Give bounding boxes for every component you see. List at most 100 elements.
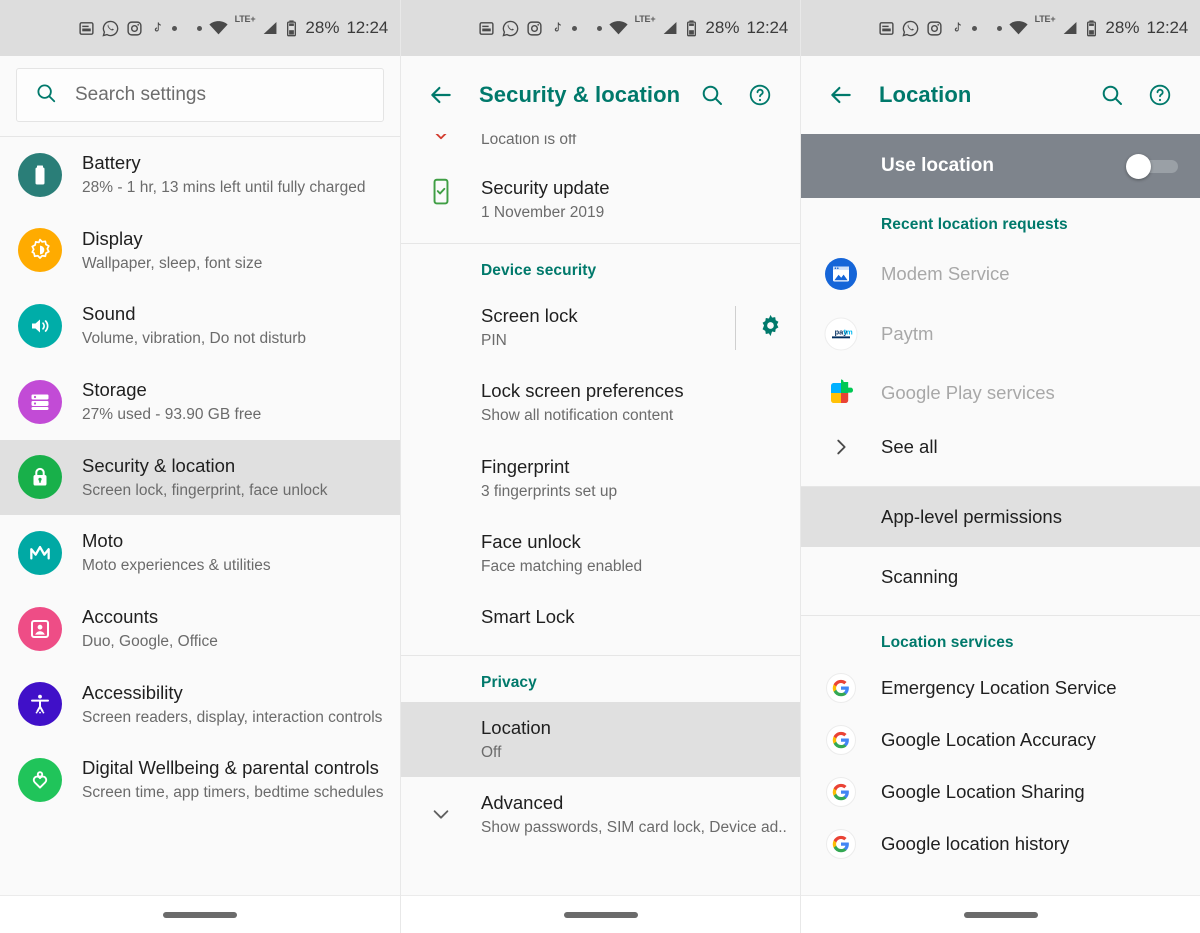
settings-item-title: Accessibility [82,681,183,703]
google-icon [826,777,856,808]
search-icon[interactable] [1088,83,1136,107]
settings-item-title: Moto [82,530,124,552]
moto-icon [18,531,62,576]
instagram-icon [126,20,143,37]
settings-item-accessibility[interactable]: Accessibility Screen readers, display, i… [0,667,400,743]
location-service-history[interactable]: Google location history [801,818,1200,870]
gear-icon[interactable] [758,313,783,343]
use-location-toggle[interactable] [1126,154,1178,179]
dot-icon [996,25,1002,31]
chevron-down-icon [401,791,481,825]
screen-lock-row[interactable]: Screen lock PIN [401,290,800,365]
notification-icon [478,20,495,37]
advanced-subtitle: Show passwords, SIM card lock, Device ad… [481,819,787,837]
location-title: Location [481,716,551,738]
help-icon[interactable] [736,83,784,107]
advanced-title: Advanced [481,792,564,814]
service-label: Google location history [881,833,1070,855]
fingerprint-row[interactable]: Fingerprint 3 fingerprints set up [401,441,800,516]
location-content: Use location Recent location requests Mo… [801,134,1200,895]
settings-item-subtitle: Duo, Google, Office [82,632,218,650]
settings-item-accounts[interactable]: Accounts Duo, Google, Office [0,591,400,667]
help-icon[interactable] [1136,83,1184,107]
settings-item-subtitle: Screen readers, display, interaction con… [82,708,383,726]
home-gesture-pill[interactable] [963,911,1038,918]
settings-item-security-location[interactable]: Security & location Screen lock, fingerp… [0,439,400,516]
location-service-emergency[interactable]: Emergency Location Service [801,662,1200,714]
settings-item-title: Digital Wellbeing & parental controls [82,757,379,779]
battery-icon [286,19,297,37]
use-location-row[interactable]: Use location [801,134,1200,198]
recent-request-paytm[interactable]: pay tm Paytm [801,304,1200,364]
location-status-partial-row[interactable]: Location is off [401,134,800,162]
signal-icon [1062,20,1079,36]
location-status-label: Location is off [481,134,577,148]
battery-icon [1086,19,1097,37]
settings-item-subtitle: 27% used - 93.90 GB free [82,405,262,423]
security-update-row[interactable]: Security update 1 November 2019 [401,162,800,237]
app-name: Modem Service [881,262,1010,284]
back-arrow-icon[interactable] [817,82,865,108]
settings-item-title: Display [82,227,143,249]
settings-item-storage[interactable]: Storage 27% used - 93.90 GB free [0,364,400,440]
device-security-header: Device security [481,262,597,280]
settings-panel: LTE+ 28% 12:24 Search settings Battery 2… [0,0,400,933]
location-row[interactable]: Location Off [401,701,800,778]
navigation-bar-2 [401,895,800,933]
settings-item-battery[interactable]: Battery 28% - 1 hr, 13 mins left until f… [0,137,400,213]
home-gesture-pill[interactable] [563,911,638,918]
location-panel: LTE+ 28% 12:24 Location Use location Rec… [800,0,1200,933]
back-arrow-icon[interactable] [417,82,465,108]
face-unlock-row[interactable]: Face unlock Face matching enabled [401,516,800,591]
screen-lock-settings-button[interactable] [718,304,800,351]
search-icon [35,82,57,109]
recent-request-play-services[interactable]: Google Play services [801,364,1200,422]
location-service-sharing[interactable]: Google Location Sharing [801,766,1200,818]
svg-text:tm: tm [844,328,853,337]
account-icon [18,606,62,651]
settings-item-display[interactable]: Display Wallpaper, sleep, font size [0,213,400,289]
wifi-icon [209,20,228,36]
chevron-down-red-icon [401,134,481,145]
google-icon [826,829,856,860]
smart-lock-row[interactable]: Smart Lock [401,591,800,649]
search-icon[interactable] [688,83,736,107]
see-all-row[interactable]: See all [801,422,1200,472]
home-gesture-pill[interactable] [163,911,237,918]
scanning-row[interactable]: Scanning [801,547,1200,607]
clock-label: 12:24 [746,18,788,37]
battery-percent-label: 28% [305,18,340,37]
recent-request-modem-service[interactable]: Modem Service [801,244,1200,304]
storage-icon [18,379,62,424]
app-level-permissions-row[interactable]: App-level permissions [801,487,1200,548]
settings-item-digital-wellbeing[interactable]: Digital Wellbeing & parental controls Sc… [0,742,400,818]
settings-item-subtitle: Volume, vibration, Do not disturb [82,330,307,348]
location-service-accuracy[interactable]: Google Location Accuracy [801,714,1200,766]
settings-item-subtitle: Screen lock, fingerprint, face unlock [82,481,328,499]
row-title: Fingerprint [481,455,570,477]
toggle-knob [1126,154,1151,179]
advanced-row[interactable]: Advanced Show passwords, SIM card lock, … [401,777,800,852]
settings-item-title: Storage [82,378,147,400]
search-container: Search settings [0,56,400,136]
search-input[interactable]: Search settings [16,68,384,122]
security-content: Location is off Security update 1 Novemb… [401,134,800,895]
signal-icon [662,20,679,36]
search-placeholder: Search settings [75,84,206,105]
lock-screen-preferences-row[interactable]: Lock screen preferences Show all notific… [401,365,800,440]
signal-icon [262,20,279,36]
settings-item-moto[interactable]: Moto Moto experiences & utilities [0,515,400,591]
volume-icon [18,304,62,349]
settings-item-subtitle: Screen time, app timers, bedtime schedul… [82,784,384,802]
settings-item-sound[interactable]: Sound Volume, vibration, Do not disturb [0,288,400,364]
whatsapp-icon [502,20,519,37]
screen-lock-title: Screen lock [481,305,578,327]
dot-icon [196,25,202,31]
settings-item-subtitle: 28% - 1 hr, 13 mins left until fully cha… [82,178,366,196]
accessibility-icon [18,682,62,727]
instagram-icon [526,20,543,37]
settings-item-title: Sound [82,303,136,325]
settings-item-title: Security & location [82,454,236,476]
paytm-icon: pay tm [801,317,881,351]
network-type-label: LTE+ [634,14,656,24]
